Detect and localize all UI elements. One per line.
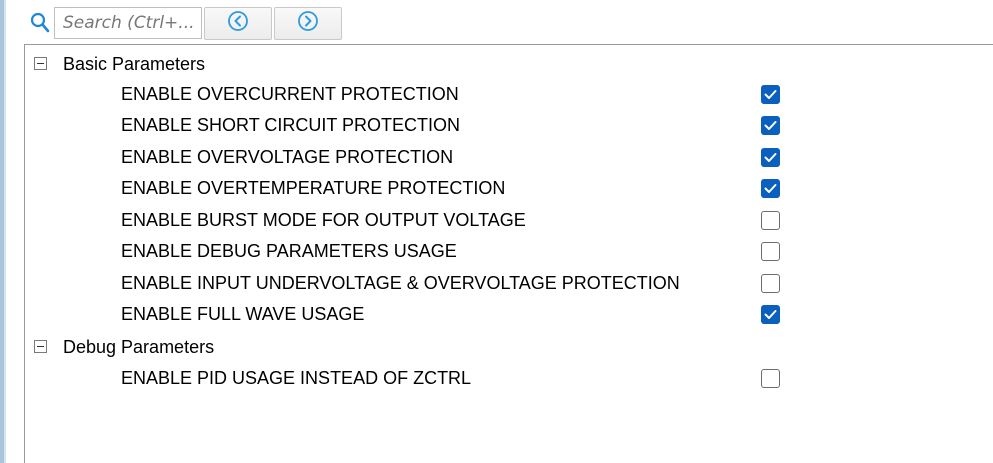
- param-label: ENABLE FULL WAVE USAGE: [121, 304, 365, 324]
- param-label: ENABLE OVERTEMPERATURE PROTECTION: [121, 178, 506, 198]
- param-checkbox-unchecked[interactable]: [761, 274, 780, 293]
- param-checkbox-checked[interactable]: [761, 116, 780, 135]
- checkmark-icon: [764, 121, 777, 130]
- previous-button[interactable]: [204, 7, 272, 40]
- search-input[interactable]: [54, 7, 202, 39]
- param-checkbox-unchecked[interactable]: [761, 211, 780, 230]
- checkmark-icon: [764, 90, 777, 99]
- param-row: ENABLE PID USAGE INSTEAD OF ZCTRL: [25, 363, 965, 394]
- param-label: ENABLE SHORT CIRCUIT PROTECTION: [121, 115, 461, 135]
- param-label: ENABLE OVERCURRENT PROTECTION: [121, 84, 459, 104]
- checkmark-icon: [764, 310, 777, 319]
- collapse-icon[interactable]: [34, 340, 47, 353]
- param-checkbox-checked[interactable]: [761, 179, 780, 198]
- circle-chevron-right-icon: [297, 10, 319, 37]
- param-label: ENABLE INPUT UNDERVOLTAGE & OVERVOLTAGE …: [121, 273, 680, 293]
- param-label: ENABLE BURST MODE FOR OUTPUT VOLTAGE: [121, 210, 526, 230]
- param-checkbox-unchecked[interactable]: [761, 242, 780, 261]
- checkmark-icon: [764, 153, 777, 162]
- param-row: ENABLE SHORT CIRCUIT PROTECTION: [25, 110, 965, 141]
- circle-chevron-left-icon: [227, 10, 249, 37]
- param-row: ENABLE INPUT UNDERVOLTAGE & OVERVOLTAGE …: [25, 268, 965, 299]
- group-label: Basic Parameters: [63, 54, 206, 74]
- next-button[interactable]: [274, 7, 342, 40]
- param-checkbox-checked[interactable]: [761, 85, 780, 104]
- parameter-tree: Basic Parameters ENABLE OVERCURRENT PROT…: [24, 44, 993, 463]
- checkmark-icon: [764, 184, 777, 193]
- group-basic-parameters[interactable]: Basic Parameters: [25, 49, 965, 79]
- param-row: ENABLE DEBUG PARAMETERS USAGE: [25, 236, 965, 267]
- param-label: ENABLE OVERVOLTAGE PROTECTION: [121, 147, 454, 167]
- param-row: ENABLE OVERCURRENT PROTECTION: [25, 79, 965, 110]
- param-row: ENABLE FULL WAVE USAGE: [25, 299, 965, 330]
- param-checkbox-checked[interactable]: [761, 148, 780, 167]
- parameters-window: Basic Parameters ENABLE OVERCURRENT PROT…: [0, 0, 993, 463]
- group-label: Debug Parameters: [63, 337, 215, 357]
- window-left-edge-inner: [4, 0, 6, 463]
- search-icon[interactable]: [30, 12, 50, 34]
- param-checkbox-checked[interactable]: [761, 305, 780, 324]
- param-label: ENABLE DEBUG PARAMETERS USAGE: [121, 241, 457, 261]
- collapse-icon[interactable]: [34, 57, 47, 70]
- param-checkbox-unchecked[interactable]: [761, 369, 780, 388]
- param-row: ENABLE OVERVOLTAGE PROTECTION: [25, 142, 965, 173]
- param-label: ENABLE PID USAGE INSTEAD OF ZCTRL: [121, 368, 472, 388]
- group-debug-parameters[interactable]: Debug Parameters: [25, 332, 965, 362]
- param-row: ENABLE BURST MODE FOR OUTPUT VOLTAGE: [25, 205, 965, 236]
- toolbar: [6, 0, 993, 44]
- param-row: ENABLE OVERTEMPERATURE PROTECTION: [25, 173, 965, 204]
